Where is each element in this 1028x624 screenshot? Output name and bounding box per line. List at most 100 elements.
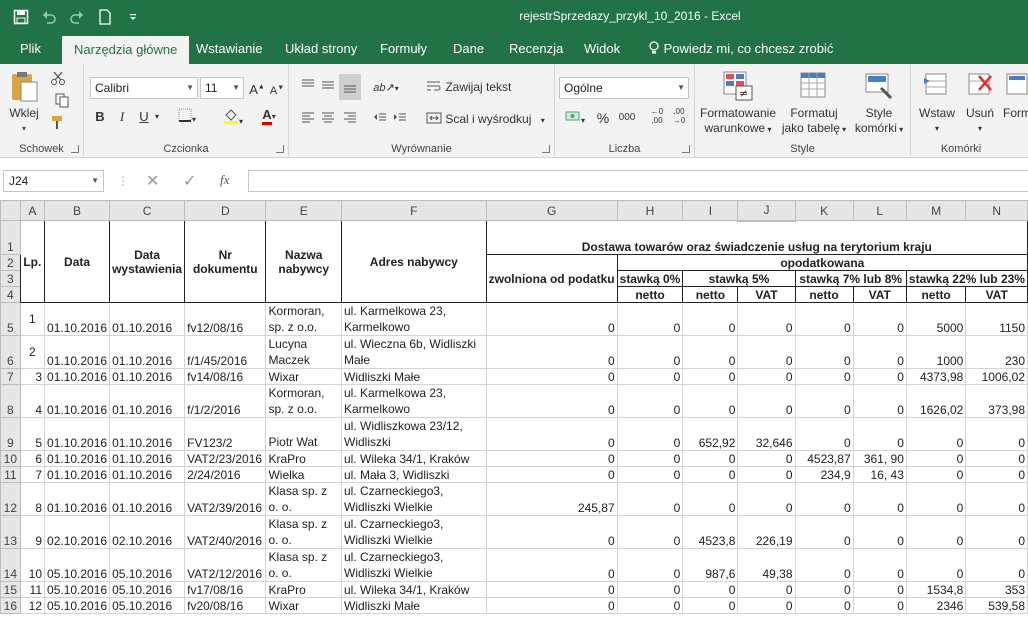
cell-vat-22-23[interactable]: 0 — [965, 417, 1028, 451]
select-all-button[interactable] — [0, 200, 21, 221]
cell-vat-5[interactable]: 0 — [737, 302, 796, 336]
row-header[interactable]: 1 — [0, 220, 21, 255]
row-header[interactable]: 2 — [0, 254, 21, 271]
cell-nazwa-nabywcy[interactable]: KraPro — [265, 450, 342, 467]
cell-adres-nabywcy[interactable]: ul. Widliszkowa 23/12, Widliszki — [341, 417, 487, 451]
cell-netto-5[interactable]: 0 — [682, 466, 739, 483]
cell-nazwa-nabywcy[interactable]: Klasa sp. z o. o. — [265, 482, 342, 516]
cell-netto-7-8[interactable]: 0 — [794, 597, 854, 614]
cell-zwolniona[interactable]: 0 — [485, 335, 618, 369]
cell-netto-22-23[interactable]: 0 — [905, 417, 967, 451]
cell-data[interactable]: 05.10.2016 — [44, 581, 111, 598]
row-header[interactable]: 10 — [0, 450, 21, 467]
increase-font-button[interactable]: A▲ — [248, 79, 266, 99]
comma-style-button[interactable]: 000 — [615, 109, 639, 127]
cell-zwolniona[interactable]: 0 — [485, 515, 618, 549]
cell-data[interactable]: 01.10.2016 — [44, 482, 111, 516]
cell-vat-5[interactable]: 0 — [737, 368, 796, 385]
cell-netto-5[interactable]: 4523,8 — [682, 515, 739, 549]
chevron-down-icon[interactable]: ▾ — [152, 108, 162, 126]
cell-vat-7-8[interactable]: 16, 43 — [852, 466, 907, 483]
cell-data[interactable]: 01.10.2016 — [44, 335, 111, 369]
row-header[interactable]: 9 — [0, 417, 21, 451]
column-header-n[interactable]: N — [965, 200, 1028, 221]
cell-vat-5[interactable]: 0 — [737, 466, 796, 483]
cell-styles-button[interactable]: Style komórki ▾ — [851, 70, 907, 137]
cell-netto-7-8[interactable]: 0 — [794, 417, 854, 451]
cell-data-wystawienia[interactable]: 01.10.2016 — [109, 466, 186, 483]
confirm-formula-button[interactable]: ✓ — [183, 171, 196, 191]
cell-netto-0[interactable]: 0 — [616, 417, 684, 451]
cell-adres-nabywcy[interactable]: ul. Wileka 34/1, Kraków — [341, 581, 487, 598]
cell-adres-nabywcy[interactable]: Widliszki Małe — [341, 597, 487, 614]
cell-data[interactable]: 02.10.2016 — [44, 515, 111, 549]
cell-netto-22-23[interactable]: 2346 — [905, 597, 967, 614]
column-header-j[interactable]: J — [737, 200, 796, 222]
cell-vat-22-23[interactable]: 230 — [965, 335, 1028, 369]
clipboard-launcher[interactable] — [71, 145, 79, 153]
tell-me-search[interactable]: Powiedz mi, co chcesz zrobić — [648, 34, 833, 64]
tab-page-layout[interactable]: Układ strony — [285, 34, 357, 64]
cell-vat-5[interactable]: 0 — [737, 335, 796, 369]
cell-nr-dokumentu[interactable]: fv12/08/16 — [184, 302, 267, 336]
format-as-table-button[interactable]: Formatuj jako tabelę ▾ — [779, 70, 849, 137]
cell-data[interactable]: 01.10.2016 — [44, 466, 111, 483]
column-header-m[interactable]: M — [905, 200, 967, 221]
column-header-f[interactable]: F — [341, 200, 487, 221]
cell-lp[interactable]: 1 — [19, 302, 46, 336]
cell-data-wystawienia[interactable]: 01.10.2016 — [109, 302, 186, 336]
cell-lp[interactable]: 8 — [19, 482, 46, 516]
cell-lp[interactable]: 3 — [19, 368, 46, 385]
cell-vat-5[interactable]: 0 — [737, 597, 796, 614]
cell-lp[interactable]: 6 — [19, 450, 46, 467]
cell-vat-7-8[interactable]: 0 — [852, 597, 907, 614]
cell-nr-dokumentu[interactable]: VAT2/12/2016 — [184, 548, 267, 582]
column-header-b[interactable]: B — [44, 200, 111, 221]
cell-nr-dokumentu[interactable]: f/1/45/2016 — [184, 335, 267, 369]
cell-netto-22-23[interactable]: 1626,02 — [905, 384, 967, 418]
cell-data[interactable]: 05.10.2016 — [44, 548, 111, 582]
cell-netto-5[interactable]: 0 — [682, 482, 739, 516]
cell-vat-7-8[interactable]: 0 — [852, 581, 907, 598]
fill-color-button[interactable]: ▾ — [218, 108, 248, 131]
cell-netto-22-23[interactable]: 4373,98 — [905, 368, 967, 385]
cell-adres-nabywcy[interactable]: ul. Wileka 34/1, Kraków — [341, 450, 487, 467]
row-header[interactable]: 11 — [0, 466, 21, 483]
cell-netto-5[interactable]: 0 — [682, 384, 739, 418]
borders-button[interactable]: ▾ — [172, 108, 202, 129]
cell-adres-nabywcy[interactable]: ul. Wieczna 6b, Widliszki Małe — [341, 335, 487, 369]
cell-netto-7-8[interactable]: 4523,87 — [794, 450, 854, 467]
increase-decimal-button[interactable]: ←0,00 — [647, 107, 667, 125]
cell-nazwa-nabywcy[interactable]: KraPro — [265, 581, 342, 598]
cell-netto-7-8[interactable]: 234,9 — [794, 466, 854, 483]
row-header[interactable]: 13 — [0, 515, 21, 549]
cell-data-wystawienia[interactable]: 01.10.2016 — [109, 368, 186, 385]
cell-nr-dokumentu[interactable]: fv20/08/16 — [184, 597, 267, 614]
cell-nr-dokumentu[interactable]: f/1/2/2016 — [184, 384, 267, 418]
cell-vat-7-8[interactable]: 0 — [852, 417, 907, 451]
font-size-dropdown[interactable]: 11 ▼ — [200, 77, 244, 99]
align-bottom-button[interactable] — [339, 74, 361, 100]
align-right-button[interactable] — [341, 110, 359, 129]
cell-netto-22-23[interactable]: 5000 — [905, 302, 967, 336]
cell-netto-7-8[interactable]: 0 — [794, 302, 854, 336]
cell-netto-7-8[interactable]: 0 — [794, 482, 854, 516]
cell-zwolniona[interactable]: 0 — [485, 384, 618, 418]
font-name-dropdown[interactable]: Calibri ▼ — [90, 77, 198, 99]
delete-cells-button[interactable]: Usuń ▾ — [961, 70, 999, 136]
cell-vat-22-23[interactable]: 0 — [965, 466, 1028, 483]
cell-netto-7-8[interactable]: 0 — [794, 368, 854, 385]
tab-formulas[interactable]: Formuły — [380, 34, 427, 64]
cell-netto-7-8[interactable]: 0 — [794, 581, 854, 598]
cell-adres-nabywcy[interactable]: ul. Karmelkowa 23, Karmelkowo — [341, 302, 487, 336]
cell-data[interactable]: 01.10.2016 — [44, 450, 111, 467]
cell-lp[interactable]: 4 — [19, 384, 46, 418]
cell-vat-7-8[interactable]: 0 — [852, 482, 907, 516]
cell-vat-22-23[interactable]: 539,58 — [965, 597, 1028, 614]
cell-vat-5[interactable]: 0 — [737, 450, 796, 467]
cell-netto-7-8[interactable]: 0 — [794, 515, 854, 549]
cell-nr-dokumentu[interactable]: FV123/2 — [184, 417, 267, 451]
paste-button[interactable]: Wklej ▾ — [4, 70, 44, 136]
row-header[interactable]: 5 — [0, 302, 21, 336]
cell-lp[interactable]: 11 — [19, 581, 46, 598]
